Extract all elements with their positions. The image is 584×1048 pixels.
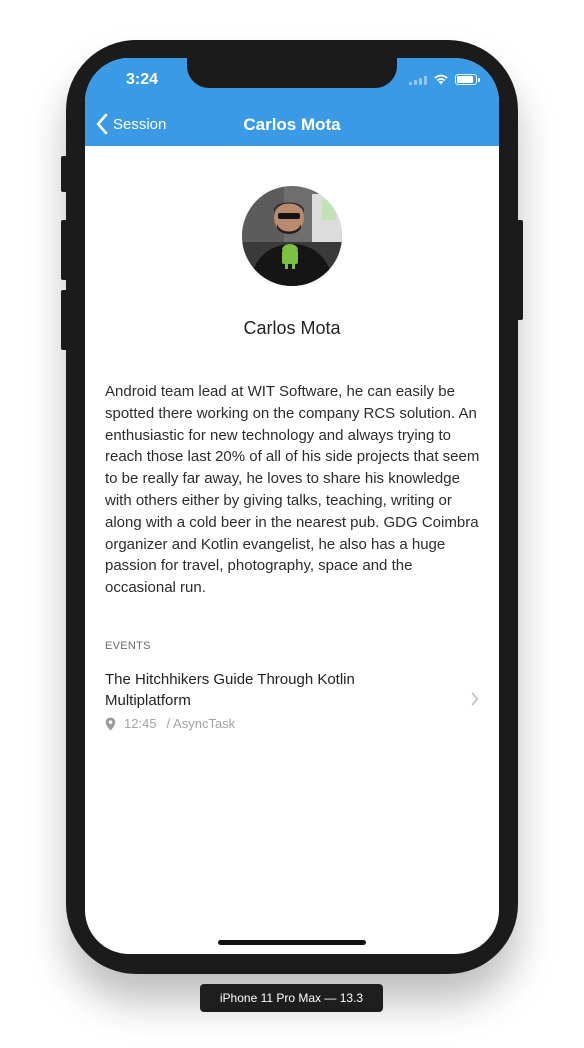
event-time: 12:45 (124, 716, 157, 731)
nav-title: Carlos Mota (243, 115, 341, 134)
notch (187, 58, 397, 88)
signal-icon (409, 73, 427, 85)
device-label: iPhone 11 Pro Max — 13.3 (200, 984, 383, 1012)
battery-level (457, 75, 474, 83)
speaker-avatar (242, 186, 342, 286)
event-room: / AsyncTask (166, 716, 236, 731)
battery-icon (455, 73, 480, 85)
wifi-icon (434, 74, 448, 85)
speaker-name: Carlos Mota (243, 318, 341, 338)
status-time: 3:24 (125, 71, 159, 88)
status-icons (409, 72, 480, 86)
home-indicator[interactable] (218, 940, 366, 945)
event-meta: 12:45 / AsyncTask (105, 716, 235, 731)
events-section-header: EVENTS (105, 640, 151, 652)
speaker-bio: Android team lead at WIT Software, he ca… (105, 383, 480, 597)
event-title: The Hitchhikers Guide Through Kotlin Mul… (105, 671, 355, 709)
volume-up-button (61, 220, 67, 280)
event-row[interactable]: The Hitchhikers Guide Through Kotlin Mul… (85, 666, 499, 738)
screen: 3:24 Session Carlos Mota Carlos Mota And… (85, 58, 499, 954)
power-button (517, 220, 523, 320)
location-pin-icon (105, 717, 116, 730)
volume-down-button (61, 290, 67, 350)
mute-switch (61, 156, 67, 192)
chevron-right-icon (471, 692, 479, 706)
navigation-bar: 3:24 Session Carlos Mota (85, 58, 499, 146)
